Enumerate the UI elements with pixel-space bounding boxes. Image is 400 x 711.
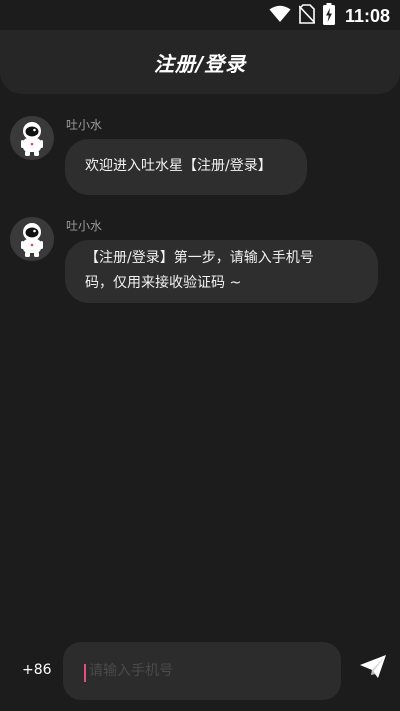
country-code-selector[interactable]: +86: [22, 662, 52, 678]
paper-plane-icon: [359, 654, 387, 684]
text-caret: [84, 664, 86, 682]
wifi-icon: [269, 5, 291, 27]
message-text-line: 【注册/登录】第一步，请输入手机号: [85, 250, 314, 266]
sender-name: 吐小水: [66, 219, 103, 233]
message-text-line: 码，仅用来接收验证码 ~: [85, 275, 242, 291]
message-text: 欢迎进入吐水星【注册/登录】: [85, 158, 272, 174]
no-sim-icon: [298, 4, 316, 28]
phone-number-input[interactable]: [89, 656, 319, 686]
astronaut-avatar-icon[interactable]: [10, 217, 54, 261]
phone-input-container[interactable]: [63, 642, 341, 700]
sender-name: 吐小水: [66, 118, 103, 132]
status-time: 11:08: [344, 5, 390, 26]
status-bar: 11:08: [0, 0, 400, 30]
astronaut-avatar-icon[interactable]: [10, 116, 54, 160]
battery-charging-icon: [322, 3, 335, 29]
message-bubble: 【注册/登录】第一步，请输入手机号 码，仅用来接收验证码 ~: [65, 240, 378, 303]
message-composer: +86: [0, 636, 400, 711]
status-icons: 11:08: [269, 3, 390, 29]
page-title: 注册/登录: [153, 52, 247, 76]
message-bubble: 欢迎进入吐水星【注册/登录】: [65, 139, 307, 195]
send-button[interactable]: [356, 652, 390, 686]
page-header: 注册/登录: [0, 30, 400, 94]
